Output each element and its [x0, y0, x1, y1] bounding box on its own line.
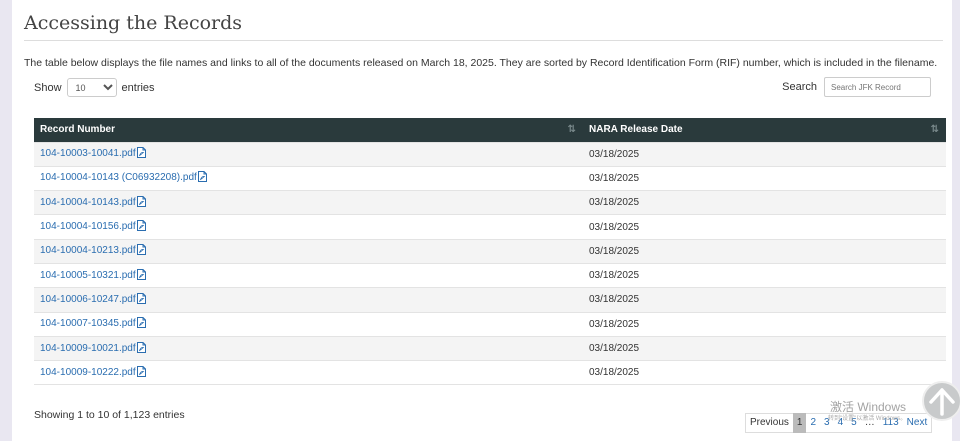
table-header-row: Record Number ⇅ NARA Release Date ⇅	[34, 118, 946, 142]
page-title: Accessing the Records	[24, 12, 243, 34]
release-date-cell: 03/18/2025	[583, 238, 946, 264]
search-control: Search	[782, 77, 931, 97]
title-divider	[24, 40, 943, 41]
release-date-cell: 03/18/2025	[583, 360, 946, 386]
table-row: 104-10005-10321.pdf 03/18/2025	[34, 262, 946, 288]
record-link[interactable]: 104-10009-10021.pdf	[40, 341, 146, 356]
release-date-cell: 03/18/2025	[583, 335, 946, 361]
record-link-text: 104-10004-10213.pdf	[40, 245, 136, 257]
search-input[interactable]	[824, 77, 931, 97]
entries-select[interactable]: 10	[66, 78, 117, 97]
release-date-cell: 03/18/2025	[583, 287, 946, 313]
length-suffix: entries	[121, 81, 155, 94]
pdf-file-icon	[136, 147, 146, 161]
table-row: 104-10003-10041.pdf 03/18/2025	[34, 141, 946, 167]
record-link[interactable]: 104-10009-10222.pdf	[40, 365, 146, 380]
record-cell: 104-10007-10345.pdf	[34, 311, 583, 337]
pdf-file-icon	[136, 244, 146, 258]
pdf-file-icon	[136, 317, 146, 331]
record-link[interactable]: 104-10007-10345.pdf	[40, 317, 146, 331]
page-button[interactable]: 2	[806, 413, 820, 433]
table-row: 104-10004-10213.pdf 03/18/2025	[34, 238, 946, 264]
page-content: Accessing the Records The table below di…	[12, 0, 952, 441]
arrow-up-icon	[929, 388, 955, 416]
record-link[interactable]: 104-10004-10143 (C06932208).pdf	[40, 171, 207, 185]
table-info: Showing 1 to 10 of 1,123 entries	[34, 409, 185, 421]
record-link-text: 104-10007-10345.pdf	[40, 318, 136, 330]
release-date-cell: 03/18/2025	[583, 141, 946, 167]
pdf-file-icon	[136, 195, 146, 210]
sort-icon: ⇅	[567, 124, 576, 135]
length-prefix: Show	[34, 81, 62, 94]
release-date-cell: 03/18/2025	[583, 214, 946, 240]
record-cell: 104-10009-10222.pdf	[34, 360, 583, 386]
previous-button[interactable]: Previous	[746, 413, 793, 433]
record-cell: 104-10004-10143 (C06932208).pdf	[34, 165, 583, 191]
record-cell: 104-10004-10143.pdf	[34, 190, 583, 215]
record-link-text: 104-10004-10156.pdf	[40, 221, 136, 233]
table-row: 104-10009-10222.pdf 03/18/2025	[34, 360, 946, 386]
table-row: 104-10004-10143 (C06932208).pdf 03/18/202…	[34, 165, 946, 191]
record-link-text: 104-10004-10143.pdf	[40, 196, 136, 208]
record-link-text: 104-10006-10247.pdf	[40, 293, 136, 305]
scroll-top-button[interactable]	[922, 381, 960, 421]
record-cell: 104-10003-10041.pdf	[34, 141, 583, 167]
record-cell: 104-10004-10156.pdf	[34, 214, 583, 240]
record-cell: 104-10009-10021.pdf	[34, 335, 583, 361]
record-link[interactable]: 104-10004-10143.pdf	[40, 195, 146, 210]
record-link-text: 104-10009-10222.pdf	[40, 366, 136, 378]
header-record-number[interactable]: Record Number ⇅	[34, 118, 583, 142]
windows-activation-subtext: 转到"设置"以激活 Windows。	[828, 416, 907, 422]
pdf-file-icon	[197, 171, 207, 185]
release-date-cell: 03/18/2025	[583, 311, 946, 337]
record-link-text: 104-10004-10143 (C06932208).pdf	[40, 172, 197, 184]
record-link[interactable]: 104-10006-10247.pdf	[40, 292, 146, 307]
table-row: 104-10006-10247.pdf 03/18/2025	[34, 287, 946, 313]
table-row: 104-10007-10345.pdf 03/18/2025	[34, 311, 946, 337]
page-button-current[interactable]: 1	[792, 413, 807, 433]
record-link[interactable]: 104-10004-10213.pdf	[40, 244, 146, 258]
table-row: 104-10004-10156.pdf 03/18/2025	[34, 214, 946, 240]
header-release-date[interactable]: NARA Release Date ⇅	[583, 118, 946, 142]
pdf-file-icon	[136, 341, 146, 356]
pdf-file-icon	[136, 365, 146, 380]
release-date-cell: 03/18/2025	[583, 190, 946, 215]
sort-icon: ⇅	[930, 124, 939, 135]
record-cell: 104-10006-10247.pdf	[34, 287, 583, 313]
pdf-file-icon	[136, 292, 146, 307]
table-row: 104-10004-10143.pdf 03/18/2025	[34, 190, 946, 215]
record-cell: 104-10005-10321.pdf	[34, 262, 583, 288]
record-link[interactable]: 104-10003-10041.pdf	[40, 147, 146, 161]
release-date-cell: 03/18/2025	[583, 262, 946, 288]
record-link-text: 104-10005-10321.pdf	[40, 269, 136, 281]
record-link-text: 104-10009-10021.pdf	[40, 342, 136, 354]
intro-text: The table below displays the file names …	[24, 57, 938, 69]
table-row: 104-10009-10021.pdf 03/18/2025	[34, 335, 946, 361]
entries-length-control: Show 10 entries	[34, 78, 155, 97]
record-link-text: 104-10003-10041.pdf	[40, 148, 136, 160]
search-label: Search	[782, 81, 817, 93]
record-link[interactable]: 104-10005-10321.pdf	[40, 268, 146, 283]
record-cell: 104-10004-10213.pdf	[34, 238, 583, 264]
record-link[interactable]: 104-10004-10156.pdf	[40, 220, 146, 234]
pdf-file-icon	[136, 268, 146, 283]
pdf-file-icon	[136, 220, 146, 234]
release-date-cell: 03/18/2025	[583, 165, 946, 191]
records-table: Record Number ⇅ NARA Release Date ⇅ 104-…	[34, 118, 946, 386]
